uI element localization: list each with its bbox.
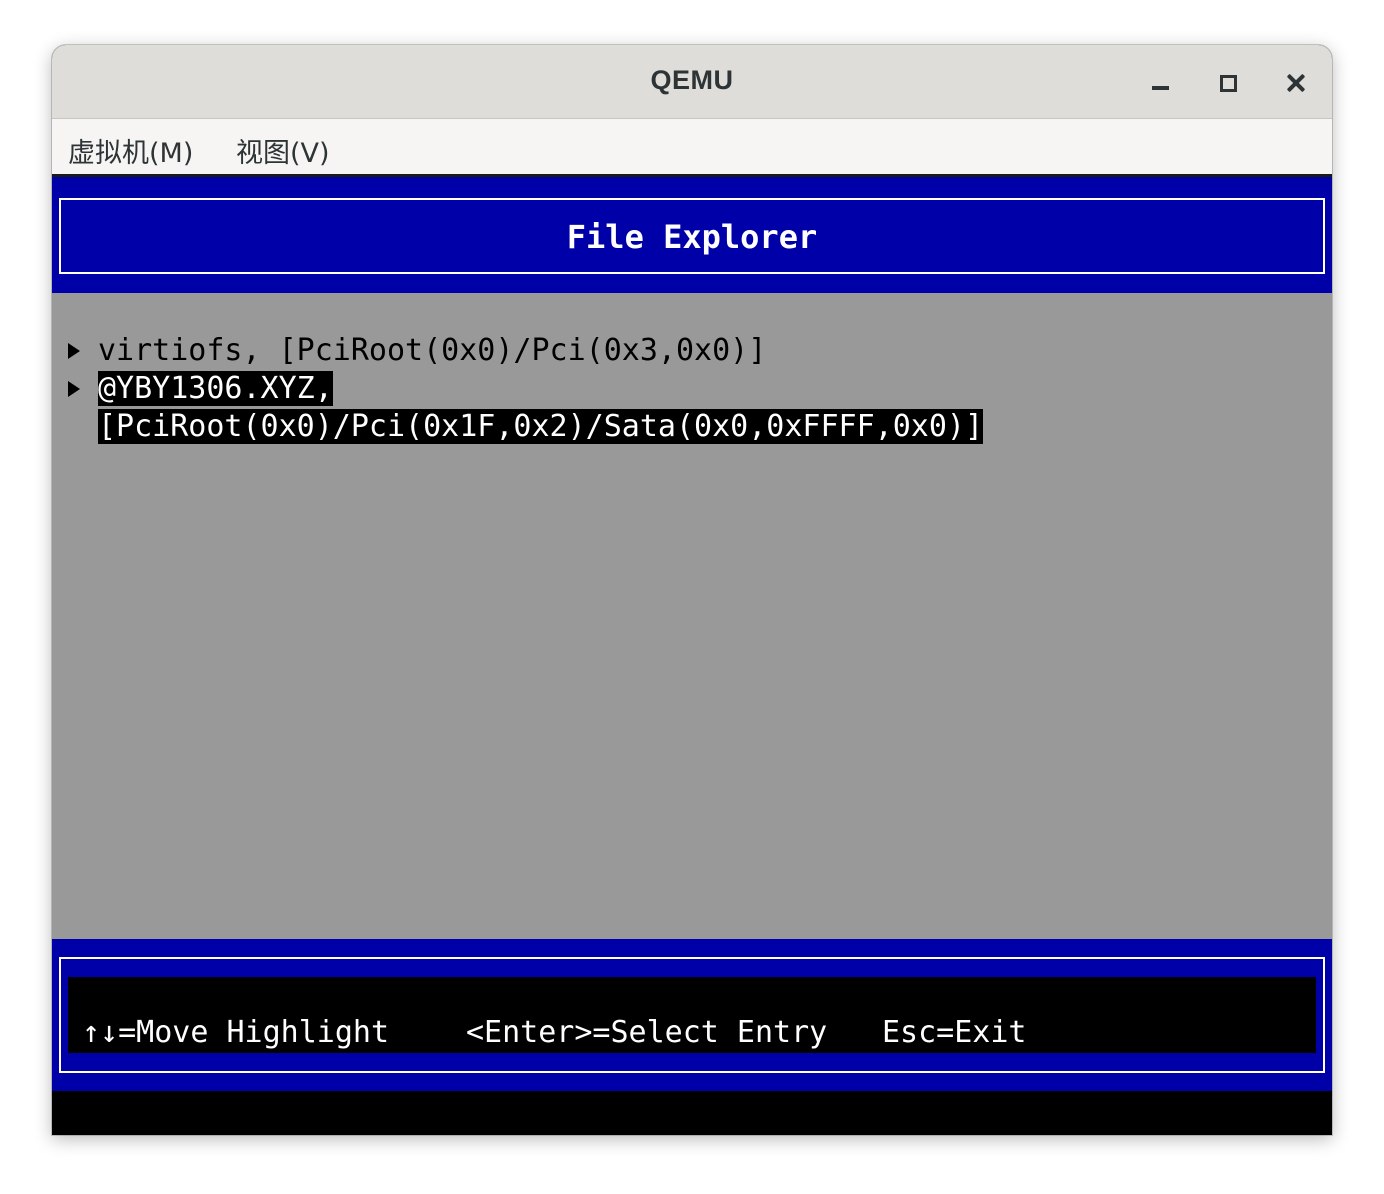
header-frame: File Explorer — [59, 198, 1325, 274]
file-explorer-list: virtiofs, [PciRoot(0x0)/Pci(0x3,0x0)] @Y… — [52, 293, 1332, 939]
vm-display[interactable]: File Explorer virtiofs, [PciRoot(0x0)/Pc… — [52, 177, 1332, 1135]
bios-footer: ↑↓=Move Highlight <Enter>=Select Entry E… — [52, 939, 1332, 1091]
entry-label-line2: [PciRoot(0x0)/Pci(0x1F,0x2)/Sata(0x0,0xF… — [98, 409, 984, 444]
maximize-icon — [1219, 74, 1237, 92]
maximize-button[interactable] — [1208, 63, 1248, 103]
bios-header: File Explorer — [52, 177, 1332, 293]
entry-label: virtiofs, [PciRoot(0x0)/Pci(0x3,0x0)] — [98, 333, 767, 368]
menu-machine[interactable]: 虚拟机(M) — [68, 131, 193, 170]
submenu-arrow-icon — [68, 343, 80, 359]
status-row — [52, 1091, 1332, 1135]
footer-help-bar: ↑↓=Move Highlight <Enter>=Select Entry E… — [68, 977, 1316, 1053]
minimize-button[interactable] — [1140, 63, 1180, 103]
submenu-arrow-icon — [68, 381, 80, 397]
qemu-window: QEMU 虚拟机(M) 视图(V) File Explorer virtiofs… — [52, 45, 1332, 1135]
entry-label-line1: @YBY1306.XYZ, — [98, 371, 333, 406]
close-button[interactable] — [1276, 63, 1316, 103]
help-move: ↑↓=Move Highlight — [82, 1015, 390, 1050]
menubar: 虚拟机(M) 视图(V) — [52, 119, 1332, 177]
list-item-virtiofs[interactable]: virtiofs, [PciRoot(0x0)/Pci(0x3,0x0)] — [98, 332, 766, 370]
titlebar[interactable]: QEMU — [52, 45, 1332, 119]
help-select: <Enter>=Select Entry — [466, 1015, 828, 1050]
footer-frame: ↑↓=Move Highlight <Enter>=Select Entry E… — [59, 957, 1325, 1073]
help-exit: Esc=Exit — [882, 1015, 1027, 1050]
list-item-sata-volume[interactable]: @YBY1306.XYZ, — [98, 370, 333, 408]
page-title: File Explorer — [566, 218, 818, 256]
close-icon — [1286, 73, 1306, 93]
menu-view[interactable]: 视图(V) — [236, 131, 330, 170]
list-item-sata-volume-path[interactable]: [PciRoot(0x0)/Pci(0x1F,0x2)/Sata(0x0,0xF… — [98, 408, 984, 446]
minimize-icon — [1151, 86, 1169, 90]
